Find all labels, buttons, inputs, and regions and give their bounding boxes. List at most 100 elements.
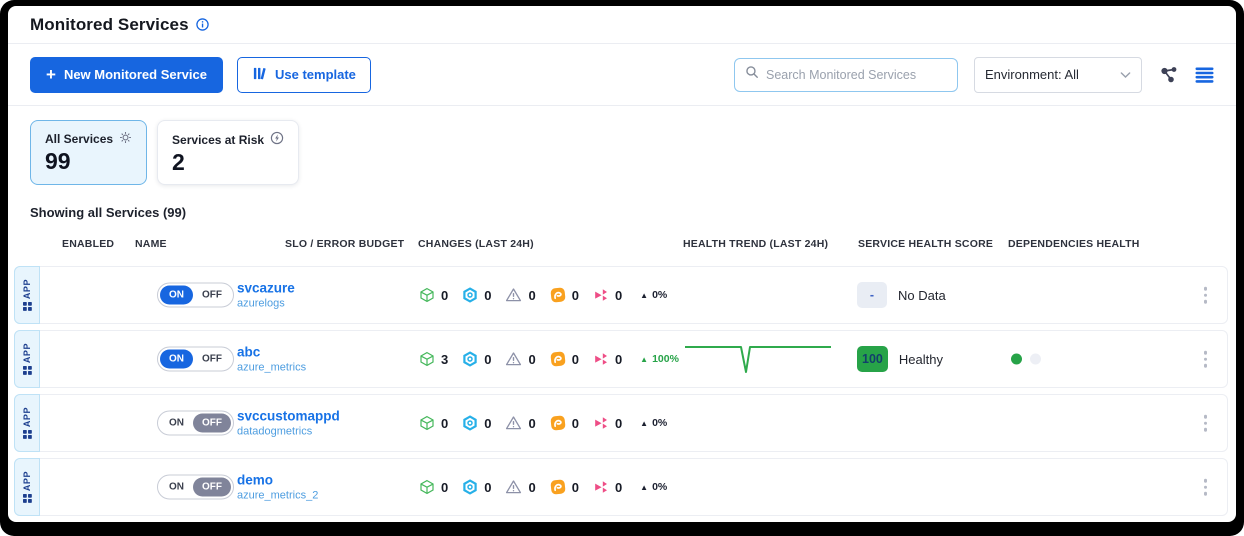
enabled-toggle[interactable]: ON OFF [157,475,234,500]
service-name-link[interactable]: demo [237,473,318,488]
config-changes: 0 [462,351,491,367]
list-view-icon[interactable] [1195,67,1214,83]
service-subtitle: azure_metrics [237,362,306,374]
pink-events-icon [593,351,609,367]
health-score-label: No Data [898,288,946,303]
table-row: APP ON OFF svccustomappd datadogmetrics … [14,394,1228,452]
app-type-tab[interactable]: APP [14,394,40,452]
row-actions-kebab-icon[interactable] [1200,347,1212,372]
toggle-off-label: OFF [193,478,231,497]
service-name-block: svccustomappd datadogmetrics [237,409,340,438]
app-type-tab[interactable]: APP [14,458,40,516]
trend-percent: 0% [652,417,667,429]
deployment-cube-icon [419,287,435,303]
changes-cell: 3 0 0 0 0 ▲ 100% [419,351,679,367]
alert-changes: 0 [505,351,535,367]
health-score-cell: - No Data [857,282,946,308]
alert-changes: 0 [505,287,535,303]
search-input[interactable] [766,68,947,82]
deployment-cube-icon [419,351,435,367]
trend-percent: 0% [652,289,667,301]
monitored-services-page: Monitored Services + New Monitored Servi… [8,6,1236,522]
column-dependencies-health: DEPENDENCIES HEALTH [1008,238,1140,250]
pink-events-icon [593,287,609,303]
service-name-link[interactable]: svccustomappd [237,409,340,424]
service-name-block: demo azure_metrics_2 [237,473,318,502]
search-box [734,58,958,92]
risk-bolt-icon [270,131,284,148]
changes-trend: ▲ 100% [640,353,679,365]
health-score-badge: - [857,282,887,308]
config-hexagon-icon [462,479,478,495]
column-enabled: ENABLED [62,238,114,250]
column-health-trend: HEALTH TREND (LAST 24H) [683,238,828,250]
new-monitored-service-button[interactable]: + New Monitored Service [30,57,223,93]
column-slo-error-budget: SLO / ERROR BUDGET [285,238,404,250]
toggle-on-label: ON [160,478,193,497]
toolbar: + New Monitored Service Use template Env… [8,44,1236,106]
chevron-down-icon [1120,67,1131,82]
toggle-on-label: ON [160,414,193,433]
service-name-link[interactable]: svcazure [237,281,295,296]
toggle-off-label: OFF [193,414,231,433]
deployment-cube-icon [419,479,435,495]
all-services-label: All Services [45,132,113,146]
trend-up-icon: ▲ [640,355,648,364]
environment-dropdown[interactable]: Environment: All [974,57,1142,93]
app-grid-icon [23,494,32,503]
enabled-toggle[interactable]: ON OFF [157,347,234,372]
service-name-block: abc azure_metrics [237,345,306,374]
incident-changes: 0 [550,351,579,367]
info-icon[interactable] [196,18,209,31]
dependency-health-dot [1030,354,1041,365]
toggle-on-label: ON [160,350,193,369]
topology-view-icon[interactable] [1158,65,1179,85]
trend-up-icon: ▲ [640,483,648,492]
deployment-cube-icon [419,415,435,431]
app-type-tab[interactable]: APP [14,330,40,388]
all-services-card[interactable]: All Services 99 [30,120,147,185]
service-name-link[interactable]: abc [237,345,306,360]
service-name-block: svcazure azurelogs [237,281,295,310]
services-at-risk-card[interactable]: Services at Risk 2 [157,120,299,185]
enabled-toggle[interactable]: ON OFF [157,283,234,308]
pink-events-icon [593,415,609,431]
alert-changes: 0 [505,479,535,495]
config-changes: 0 [462,415,491,431]
changes-trend: ▲ 0% [640,481,667,493]
toolbar-right: Environment: All [734,57,1214,93]
enabled-toggle[interactable]: ON OFF [157,411,234,436]
changes-cell: 0 0 0 0 0 ▲ 0% [419,415,667,431]
deployment-changes: 3 [419,351,448,367]
column-changes: CHANGES (LAST 24H) [418,238,534,250]
use-template-button[interactable]: Use template [237,57,371,93]
titlebar: Monitored Services [8,6,1236,44]
column-name: NAME [135,238,167,250]
app-type-tab[interactable]: APP [14,266,40,324]
service-subtitle: azure_metrics_2 [237,490,318,502]
incident-changes: 0 [550,415,579,431]
changes-trend: ▲ 0% [640,417,667,429]
pagerduty-icon [550,415,566,431]
column-service-health-score: SERVICE HEALTH SCORE [858,238,993,250]
toggle-off-label: OFF [193,350,231,369]
health-score-label: Healthy [899,352,943,367]
environment-dropdown-value: Environment: All [985,67,1079,82]
page-title: Monitored Services [30,15,189,35]
row-actions-kebab-icon[interactable] [1200,283,1212,308]
app-grid-icon [23,366,32,375]
incident-changes: 0 [550,479,579,495]
table-row: APP ON OFF svcazure azurelogs 0 0 0 [14,266,1228,324]
pagerduty-icon [550,479,566,495]
services-at-risk-label: Services at Risk [172,133,264,147]
row-actions-kebab-icon[interactable] [1200,475,1212,500]
results-summary: Showing all Services (99) [8,185,1236,230]
service-subtitle: azurelogs [237,298,295,310]
table-body: APP ON OFF svcazure azurelogs 0 0 0 [8,262,1236,516]
custom-event-changes: 0 [593,415,622,431]
trend-percent: 100% [652,353,679,365]
row-actions-kebab-icon[interactable] [1200,411,1212,436]
pagerduty-icon [550,351,566,367]
deployment-changes: 0 [419,415,448,431]
trend-percent: 0% [652,481,667,493]
